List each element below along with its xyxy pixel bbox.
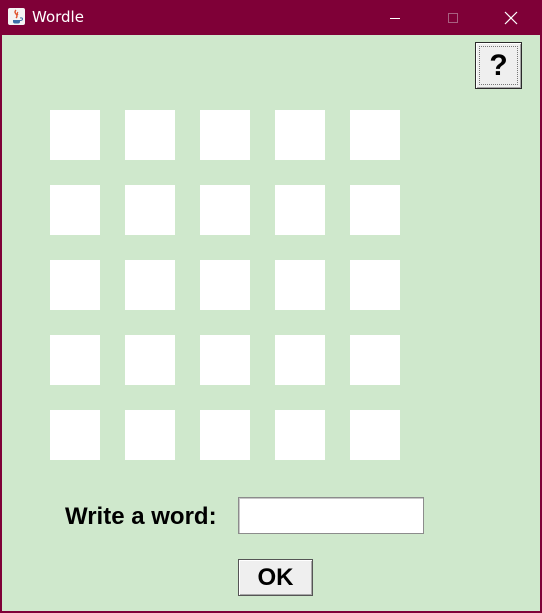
letter-tile <box>275 185 325 235</box>
letter-tile <box>350 185 400 235</box>
letter-tile <box>50 185 100 235</box>
close-icon <box>504 11 518 24</box>
letter-tile <box>125 335 175 385</box>
letter-tile <box>50 335 100 385</box>
letter-tile <box>350 410 400 460</box>
letter-tile <box>200 410 250 460</box>
window-content: ? Write a word: OK <box>2 35 540 611</box>
letter-tile <box>50 260 100 310</box>
letter-tile <box>275 410 325 460</box>
window-title: Wordle <box>32 8 84 26</box>
letter-tile <box>350 110 400 160</box>
minimize-button[interactable] <box>366 0 424 35</box>
letter-tile <box>125 185 175 235</box>
letter-tile <box>125 260 175 310</box>
write-word-label: Write a word: <box>65 503 217 530</box>
letter-tile <box>200 110 250 160</box>
word-input[interactable] <box>238 497 424 534</box>
focus-ring <box>479 46 518 85</box>
letter-tile <box>200 335 250 385</box>
close-button[interactable] <box>482 0 540 35</box>
letter-tile <box>125 410 175 460</box>
letter-tile <box>50 410 100 460</box>
title-bar[interactable]: Wordle <box>0 0 542 35</box>
minimize-icon <box>390 17 400 19</box>
letter-tile <box>275 260 325 310</box>
help-button[interactable]: ? <box>475 42 522 89</box>
letter-tile <box>200 185 250 235</box>
java-icon <box>8 8 25 25</box>
letter-tile <box>275 110 325 160</box>
letter-tile <box>50 110 100 160</box>
ok-button-label: OK <box>257 563 294 591</box>
letter-tile <box>350 335 400 385</box>
letter-tile <box>275 335 325 385</box>
letter-tile <box>125 110 175 160</box>
maximize-button[interactable] <box>424 0 482 35</box>
letter-tile <box>350 260 400 310</box>
letter-tile <box>200 260 250 310</box>
ok-button[interactable]: OK <box>238 559 313 596</box>
maximize-icon <box>448 12 458 23</box>
